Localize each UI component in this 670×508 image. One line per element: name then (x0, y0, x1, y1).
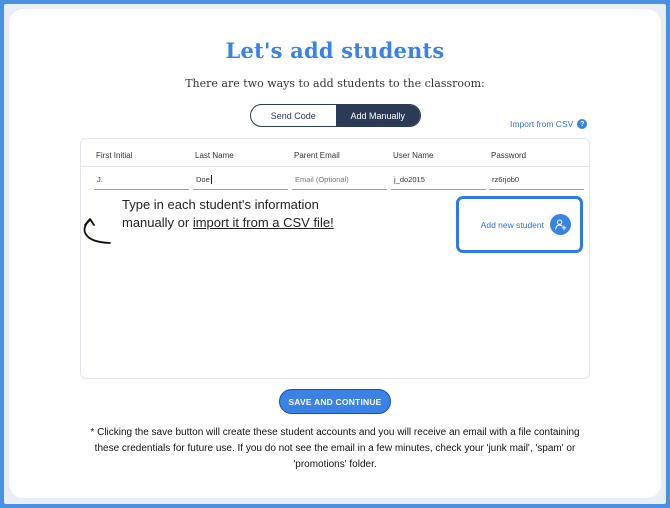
column-header-user-name: User Name (393, 151, 434, 160)
column-header-first-initial: First Initial (96, 151, 133, 160)
add-manually-option[interactable]: Add Manually (335, 105, 420, 126)
add-mode-toggle: Send Code Add Manually (250, 104, 421, 127)
parent-email-input[interactable]: Email (Optional) (292, 169, 387, 190)
help-icon[interactable]: ? (577, 119, 588, 129)
column-header-password: Password (491, 151, 527, 160)
first-initial-value: J. (97, 174, 103, 184)
import-csv-link[interactable]: Import from CSV ? (510, 119, 588, 129)
add-new-student-label: Add new student (480, 219, 544, 230)
add-students-hint: Type in each student's information manua… (122, 196, 337, 232)
last-name-value: Doe (196, 174, 210, 184)
user-name-input[interactable]: j_do2015 (391, 169, 486, 190)
password-value: rz6rjob0 (492, 174, 520, 184)
curved-arrow-icon (83, 218, 111, 244)
page-title: Let's add students (225, 38, 445, 63)
text-cursor (210, 174, 212, 184)
parent-email-placeholder: Email (Optional) (295, 174, 349, 184)
page-subtitle: There are two ways to add students to th… (185, 77, 485, 90)
user-name-value: j_do2015 (394, 174, 425, 184)
import-csv-inline-link[interactable]: import it from a CSV file! (193, 215, 334, 230)
user-plus-icon (550, 214, 571, 235)
last-name-input[interactable]: Doe (193, 169, 288, 190)
add-new-student-button[interactable]: Add new student (459, 199, 580, 250)
send-code-option[interactable]: Send Code (251, 105, 336, 126)
import-csv-label: Import from CSV (510, 119, 574, 129)
password-input[interactable]: rz6rjob0 (489, 169, 584, 190)
first-initial-input[interactable]: J. (94, 169, 189, 190)
column-header-last-name: Last Name (195, 151, 234, 160)
save-and-continue-button[interactable]: SAVE AND CONTINUE (279, 389, 391, 414)
save-footnote: * Clicking the save button will create t… (90, 427, 580, 470)
table-header: First Initial Last Name Parent Email Use… (81, 139, 589, 167)
add-student-highlight: Add new student (456, 196, 583, 253)
column-header-parent-email: Parent Email (294, 151, 340, 160)
